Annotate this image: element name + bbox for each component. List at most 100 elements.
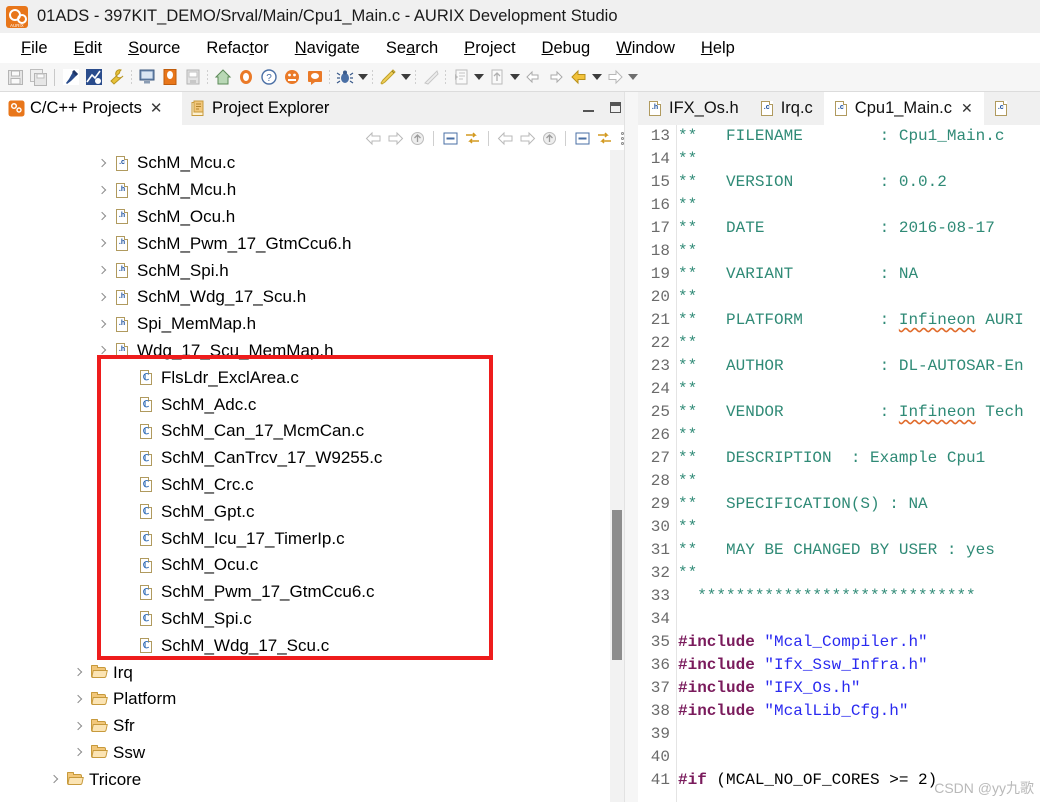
expand-chevron-icon[interactable] xyxy=(96,210,109,223)
tree-file-row[interactable]: ℂSchM_Pwm_17_GtmCcu6.c xyxy=(0,579,610,606)
collapse-all-icon-2[interactable] xyxy=(571,129,593,149)
menu-item-source[interactable]: Source xyxy=(115,39,193,58)
menu-item-navigate[interactable]: Navigate xyxy=(282,39,373,58)
run-dropdown-arrow-icon[interactable] xyxy=(399,66,412,89)
tree-file-row[interactable]: .hSchM_Ocu.h xyxy=(0,204,610,231)
code-line[interactable]: #include "McalLib_Cfg.h" xyxy=(678,700,1040,723)
editor-tab-ifx-os-h[interactable]: .hIFX_Os.h xyxy=(638,92,750,125)
tree-file-row[interactable]: ℂSchM_Spi.c xyxy=(0,606,610,633)
target-icon[interactable] xyxy=(234,66,257,89)
code-line[interactable]: ** VERSION : 0.0.2 xyxy=(678,171,1040,194)
import-icon[interactable] xyxy=(181,66,204,89)
code-line[interactable]: ** xyxy=(678,332,1040,355)
tree-folder-row[interactable]: Platform xyxy=(0,686,610,713)
save-icon[interactable] xyxy=(4,66,27,89)
tree-file-row[interactable]: ℂFlsLdr_ExclArea.c xyxy=(0,364,610,391)
menu-item-search[interactable]: Search xyxy=(373,39,451,58)
expand-chevron-icon[interactable] xyxy=(72,746,85,759)
tab-project-explorer[interactable]: Project Explorer xyxy=(182,92,637,125)
tree-file-row[interactable]: .cSchM_Mcu.c xyxy=(0,150,610,177)
code-area[interactable]: 1314151617181920212223242526272829303132… xyxy=(638,125,1040,802)
minimize-view-icon[interactable] xyxy=(582,101,596,115)
forward-arrow-icon[interactable] xyxy=(603,66,626,89)
expand-chevron-icon[interactable] xyxy=(72,720,85,733)
back-arrow-icon[interactable] xyxy=(567,66,590,89)
expand-chevron-icon[interactable] xyxy=(96,157,109,170)
code-line[interactable]: ** xyxy=(678,378,1040,401)
expand-chevron-icon[interactable] xyxy=(72,666,85,679)
tree-file-row[interactable]: ℂSchM_Wdg_17_Scu.c xyxy=(0,632,610,659)
code-line[interactable]: ** xyxy=(678,470,1040,493)
code-line[interactable]: ** xyxy=(678,286,1040,309)
save-all-icon[interactable] xyxy=(27,66,50,89)
expand-chevron-icon[interactable] xyxy=(72,693,85,706)
code-line[interactable]: ***************************** xyxy=(678,585,1040,608)
code-line[interactable]: ** xyxy=(678,562,1040,585)
debug-dropdown-arrow-icon[interactable] xyxy=(356,66,369,89)
tree-file-row[interactable]: ℂSchM_Adc.c xyxy=(0,391,610,418)
code-line[interactable]: #include "Mcal_Compiler.h" xyxy=(678,631,1040,654)
code-line[interactable]: ** xyxy=(678,194,1040,217)
project-tree[interactable]: .cSchM_Mcu.c.hSchM_Mcu.h.hSchM_Ocu.h.hSc… xyxy=(0,150,610,802)
next-edit-icon[interactable] xyxy=(544,66,567,89)
tree-folder-row[interactable]: Tricore xyxy=(0,766,610,793)
code-line[interactable]: ** xyxy=(678,240,1040,263)
close-icon[interactable]: ✕ xyxy=(150,101,163,116)
code-line[interactable]: ** DATE : 2016-08-17 xyxy=(678,217,1040,240)
ruler-icon[interactable] xyxy=(419,66,442,89)
tree-file-row[interactable]: .hSchM_Mcu.h xyxy=(0,177,610,204)
new-project-icon[interactable] xyxy=(158,66,181,89)
build-hammer-icon[interactable] xyxy=(59,66,82,89)
close-icon[interactable]: ✕ xyxy=(961,100,973,117)
up-one-level-icon[interactable] xyxy=(406,129,428,149)
expand-chevron-icon[interactable] xyxy=(96,264,109,277)
code-line[interactable]: ** xyxy=(678,516,1040,539)
tree-vertical-scrollbar[interactable] xyxy=(610,150,624,802)
tree-file-row[interactable]: .hSchM_Pwm_17_GtmCcu6.h xyxy=(0,230,610,257)
expand-chevron-icon[interactable] xyxy=(48,773,61,786)
run-icon[interactable] xyxy=(376,66,399,89)
expand-chevron-icon[interactable] xyxy=(96,344,109,357)
tree-file-row[interactable]: ℂSchM_Gpt.c xyxy=(0,498,610,525)
code-line[interactable]: ** VARIANT : NA xyxy=(678,263,1040,286)
help-icon[interactable]: ? xyxy=(257,66,280,89)
external-tools-dropdown-arrow-icon[interactable] xyxy=(472,66,485,89)
wrench-icon[interactable] xyxy=(105,66,128,89)
tree-file-row[interactable]: ℂSchM_CanTrcv_17_W9255.c xyxy=(0,445,610,472)
menu-item-file[interactable]: File xyxy=(8,39,61,58)
expand-chevron-icon[interactable] xyxy=(96,184,109,197)
forward-dropdown-arrow-icon[interactable] xyxy=(626,66,639,89)
forward-nav-dropdown-arrow-icon[interactable] xyxy=(508,66,521,89)
expand-chevron-icon[interactable] xyxy=(96,318,109,331)
back-dropdown-arrow-icon[interactable] xyxy=(590,66,603,89)
menu-item-debug[interactable]: Debug xyxy=(529,39,604,58)
tree-folder-row[interactable]: Irq xyxy=(0,659,610,686)
forward-navigation-icon-2[interactable] xyxy=(516,129,538,149)
debug-bug-icon[interactable] xyxy=(333,66,356,89)
code-line[interactable]: ** MAY BE CHANGED BY USER : yes xyxy=(678,539,1040,562)
tree-folder-row[interactable]: Sfr xyxy=(0,713,610,740)
code-line[interactable] xyxy=(678,608,1040,631)
debug-config-icon[interactable] xyxy=(280,66,303,89)
tree-file-row[interactable]: ℂSchM_Icu_17_TimerIp.c xyxy=(0,525,610,552)
menu-item-help[interactable]: Help xyxy=(688,39,748,58)
link-with-editor-icon[interactable] xyxy=(461,129,483,149)
code-line[interactable]: ** VENDOR : Infineon Tech xyxy=(678,401,1040,424)
collapse-all-icon[interactable] xyxy=(439,129,461,149)
home-icon[interactable] xyxy=(211,66,234,89)
code-lines[interactable]: ** FILENAME : Cpu1_Main.c**** VERSION : … xyxy=(678,125,1040,802)
code-line[interactable]: #if (MCAL_NO_OF_CORES >= 2) xyxy=(678,769,1040,792)
back-navigation-icon[interactable] xyxy=(362,129,384,149)
comment-icon[interactable] xyxy=(303,66,326,89)
expand-chevron-icon[interactable] xyxy=(96,237,109,250)
code-line[interactable]: ** AUTHOR : DL-AUTOSAR-En xyxy=(678,355,1040,378)
editor-tab-irq-c[interactable]: .cIrq.c xyxy=(750,92,824,125)
menu-item-refactor[interactable]: Refactor xyxy=(193,39,281,58)
scrollbar-thumb[interactable] xyxy=(612,510,622,660)
menu-item-edit[interactable]: Edit xyxy=(61,39,115,58)
tree-file-row[interactable]: .hSpi_MemMap.h xyxy=(0,311,610,338)
code-line[interactable]: #include "Ifx_Ssw_Infra.h" xyxy=(678,654,1040,677)
code-line[interactable]: ** SPECIFICATION(S) : NA xyxy=(678,493,1040,516)
menu-item-window[interactable]: Window xyxy=(603,39,688,58)
code-line[interactable]: ** PLATFORM : Infineon AURI xyxy=(678,309,1040,332)
